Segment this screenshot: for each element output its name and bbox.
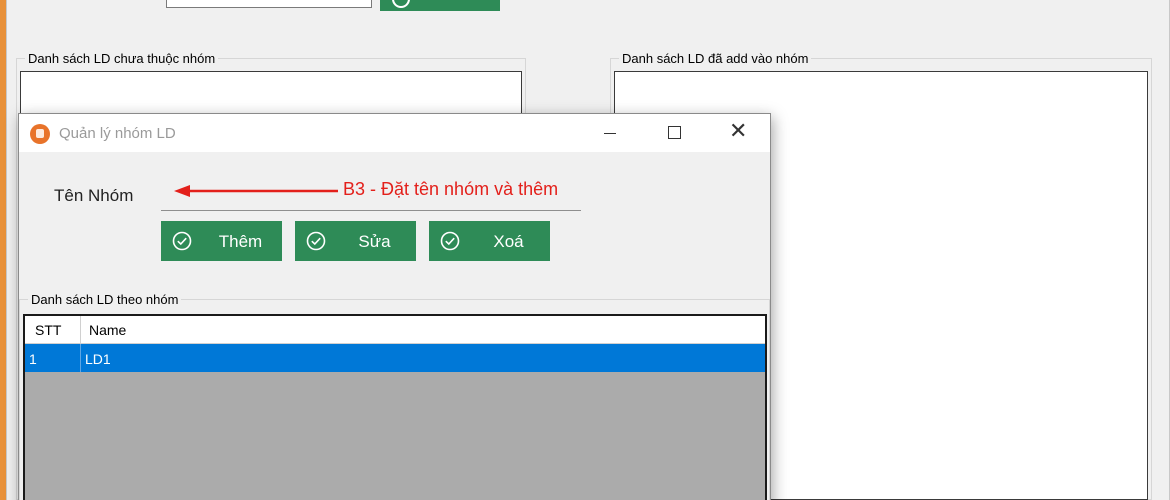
edit-button-label: Sửa	[358, 232, 391, 251]
edit-button[interactable]: Sửa	[295, 221, 416, 261]
group-manager-dialog: Quản lý nhóm LD ✕ Tên Nhóm B3 - Đặt tên …	[18, 113, 771, 500]
close-button[interactable]: ✕	[715, 114, 761, 152]
delete-button-label: Xoá	[493, 232, 524, 251]
minimize-button[interactable]	[587, 114, 633, 152]
close-icon: ✕	[729, 119, 748, 144]
cell-stt: 1	[25, 344, 81, 372]
dialog-titlebar[interactable]: Quản lý nhóm LD ✕	[19, 114, 770, 152]
table-row[interactable]: 1 LD1	[25, 344, 765, 372]
group-name-input[interactable]	[161, 184, 331, 208]
maximize-icon	[668, 126, 681, 139]
group-name-underline	[161, 210, 581, 211]
group-assigned-title: Danh sách LD đã add vào nhóm	[619, 51, 812, 66]
members-grid[interactable]: STT Name 1 LD1	[23, 314, 767, 500]
delete-button[interactable]: Xoá	[429, 221, 550, 261]
add-button[interactable]: Thêm	[161, 221, 282, 261]
dialog-title: Quản lý nhóm LD	[59, 125, 176, 142]
cell-name: LD1	[85, 351, 111, 367]
group-members-title: Danh sách LD theo nhóm	[28, 292, 182, 307]
app-icon	[30, 124, 50, 144]
background-action-button[interactable]	[380, 0, 500, 11]
group-unassigned-title: Danh sách LD chưa thuộc nhóm	[25, 51, 219, 66]
background-text-field[interactable]	[166, 0, 372, 8]
column-header-name[interactable]: Name	[81, 316, 126, 343]
check-circle-icon	[392, 0, 410, 8]
grid-header: STT Name	[25, 316, 765, 344]
add-button-label: Thêm	[218, 232, 263, 251]
group-name-label: Tên Nhóm	[54, 186, 134, 205]
instruction-annotation: B3 - Đặt tên nhóm và thêm	[343, 179, 559, 199]
column-header-stt[interactable]: STT	[25, 316, 81, 343]
minimize-icon	[604, 133, 616, 134]
maximize-button[interactable]	[651, 114, 697, 152]
